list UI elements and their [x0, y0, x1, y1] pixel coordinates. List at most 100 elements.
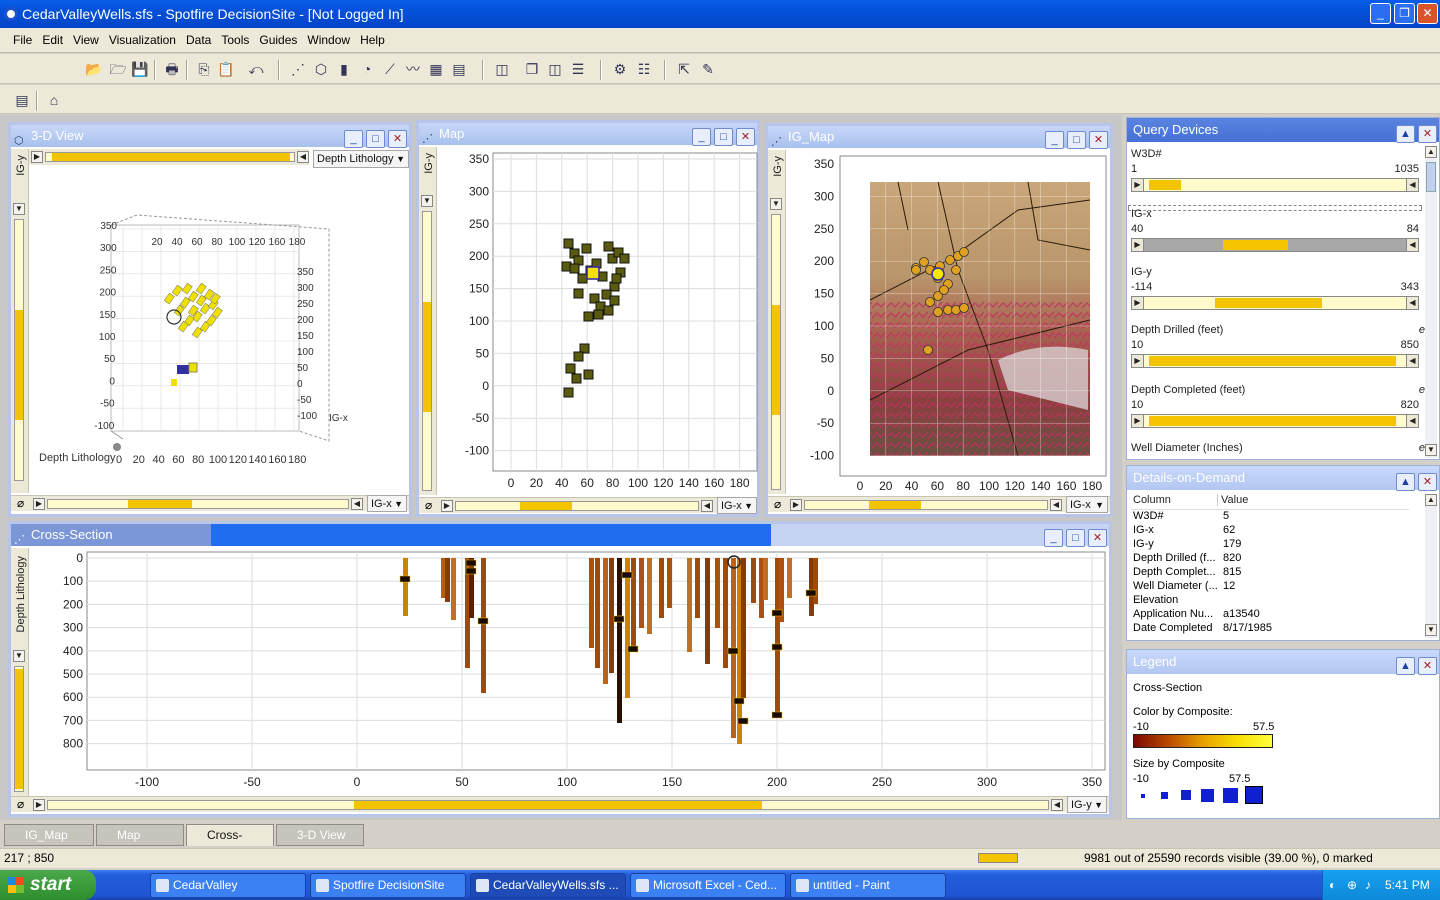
tile-horizontal-icon[interactable]: ☰	[568, 59, 588, 79]
start-button[interactable]: start	[0, 870, 96, 900]
undo-icon[interactable]: ⤺	[246, 59, 266, 79]
igmap-y-slider[interactable]	[771, 214, 781, 490]
panel-close-button[interactable]: ✕	[388, 130, 407, 148]
map-x-slider[interactable]	[455, 501, 699, 511]
heatmap-icon[interactable]: ▦	[426, 59, 446, 79]
map-x-axis-dropdown[interactable]: IG-x ▼	[717, 497, 757, 514]
3d-y-slider[interactable]	[14, 219, 24, 481]
panel-minimize-button[interactable]: _	[1045, 131, 1064, 149]
3d-tick-left: -50	[100, 399, 115, 410]
panel-minimize-button[interactable]: _	[692, 128, 711, 146]
taskbar-item[interactable]: untitled - Paint	[790, 873, 946, 898]
menu-view[interactable]: View	[68, 28, 104, 53]
3d-x-slider[interactable]	[47, 499, 349, 509]
menu-help[interactable]: Help	[355, 28, 390, 53]
cross-x-slider[interactable]	[47, 800, 1049, 810]
line-chart-icon[interactable]: ⟋	[380, 59, 400, 79]
paste-icon[interactable]: 📋	[216, 59, 236, 79]
panel-minimize-button[interactable]: _	[1044, 529, 1063, 547]
volume-icon[interactable]: ♪	[1365, 870, 1371, 900]
pie-chart-icon[interactable]: ◔	[357, 59, 377, 79]
panel-maximize-button[interactable]: □	[714, 128, 733, 146]
copy-icon[interactable]: ⎘	[194, 59, 214, 79]
profile-chart-icon[interactable]: 〰	[403, 59, 423, 79]
menu-window[interactable]: Window	[302, 28, 355, 53]
taskbar-item[interactable]: Spotfire DecisionSite	[310, 873, 466, 898]
3d-plot-icon[interactable]: ⬡	[311, 59, 331, 79]
panel-close-button[interactable]: ✕	[736, 128, 755, 146]
annotate-icon[interactable]: ✎	[698, 59, 718, 79]
menu-file[interactable]: File	[8, 28, 37, 53]
panel-maximize-button[interactable]: □	[1067, 131, 1086, 149]
menu-visualization[interactable]: Visualization	[104, 28, 181, 53]
cross-x-axis-dropdown[interactable]: IG-y ▼	[1067, 796, 1107, 813]
3d-top-slider[interactable]: ▶ ◀	[29, 149, 309, 165]
panel-maximize-button[interactable]: □	[1066, 529, 1085, 547]
igmap-x-slider[interactable]	[804, 500, 1048, 510]
details-scrollbar[interactable]: ▲ ▼	[1425, 494, 1437, 638]
menu-tools[interactable]: Tools	[216, 28, 254, 53]
minimize-button[interactable]: _	[1370, 3, 1391, 24]
export-icon[interactable]: ⇱	[674, 59, 694, 79]
taskbar-item[interactable]: Microsoft Excel - Ced...	[630, 873, 786, 898]
menu-guides[interactable]: Guides	[254, 28, 302, 53]
cascade-icon[interactable]: ❐	[522, 59, 542, 79]
igmap-x-axis-dropdown[interactable]: IG-x ▼	[1066, 496, 1108, 513]
map-scatter-plot[interactable]: 350 300 250 200 150 100 50 0 -50 -100 0 20 40 60 80 10…	[439, 149, 759, 495]
igmap-x-slider-bar: ⌀ ▶ ◀ IG-x ▼	[768, 496, 1110, 513]
close-icon[interactable]: ✕	[1418, 657, 1437, 675]
close-icon[interactable]: ✕	[1418, 473, 1437, 491]
collapse-icon[interactable]: ▲	[1396, 125, 1415, 143]
tab-ig-map[interactable]: IG_Map	[4, 824, 94, 846]
igmap-scatter-plot[interactable]: 350 300 250 200 150 100 50 0 -50 -100 0 20 40 60 80 10…	[788, 150, 1112, 496]
close-icon[interactable]: ✕	[1418, 125, 1437, 143]
collapse-icon[interactable]: ▲	[1396, 657, 1415, 675]
panel-close-button[interactable]: ✕	[1089, 131, 1108, 149]
3d-tick-top: 60	[191, 237, 203, 248]
collapse-icon[interactable]: ▲	[1396, 473, 1415, 491]
range-slider: ▶ ◀	[1131, 238, 1419, 252]
well-column	[687, 558, 692, 652]
bar-chart-icon[interactable]: ▮	[334, 59, 354, 79]
well-column	[705, 558, 710, 664]
properties-icon[interactable]: ⚙	[610, 59, 630, 79]
layout-icon[interactable]: ◫	[492, 59, 512, 79]
map-y-slider[interactable]	[422, 211, 432, 491]
list-icon[interactable]: ☷	[634, 59, 654, 79]
panel-close-button[interactable]: ✕	[1088, 529, 1107, 547]
panel-maximize-button[interactable]: □	[366, 130, 385, 148]
print-icon[interactable]: 🖶	[162, 59, 182, 79]
panel-minimize-button[interactable]: _	[344, 130, 363, 148]
cross-y-slider[interactable]	[14, 666, 24, 792]
scroll-down-icon[interactable]: ▼	[13, 203, 25, 215]
depth-lithology-dropdown[interactable]: Depth Lithology ▼	[313, 150, 409, 168]
cross-section-plot[interactable]: 0 100 200 300 400 500 600 700 800 -100 -50 0 50 100 1…	[31, 548, 1109, 796]
3d-tick-left: 150	[99, 310, 116, 321]
taskbar-item[interactable]: CedarValley	[150, 873, 306, 898]
close-button[interactable]: ✕	[1417, 3, 1438, 24]
network-icon[interactable]: ◐	[1329, 870, 1336, 900]
3d-tick-right: -50	[297, 395, 312, 406]
open-data-icon[interactable]: 🗁	[108, 59, 128, 79]
globe-icon[interactable]: ⊕	[1347, 870, 1357, 900]
menu-data[interactable]: Data	[181, 28, 216, 53]
tab-3d-view[interactable]: 3-D View	[276, 824, 364, 846]
table-icon[interactable]: ▤	[449, 59, 469, 79]
3d-scatter-plot[interactable]: 350300250200150100500-50-100 35030025020…	[29, 171, 409, 493]
well-column	[631, 558, 636, 648]
save-icon[interactable]: 💾	[130, 59, 150, 79]
home-icon[interactable]: ⌂	[44, 90, 64, 110]
restore-button[interactable]: ❐	[1394, 3, 1415, 24]
open-icon[interactable]: 📂	[84, 59, 104, 79]
tile-vertical-icon[interactable]: ◫	[545, 59, 565, 79]
tab-cross-section[interactable]: Cross-Section	[186, 824, 274, 862]
menu-edit[interactable]: Edit	[37, 28, 68, 53]
tab-map[interactable]: Map	[96, 824, 184, 846]
scatter-plot-icon[interactable]: ⋰	[288, 59, 308, 79]
query-scrollbar[interactable]: ▲ ▼	[1425, 146, 1437, 458]
guide-icon[interactable]: ▤	[12, 90, 32, 110]
igmap-y-tick: 0	[827, 384, 834, 398]
3d-x-axis-dropdown[interactable]: IG-x ▼	[367, 495, 407, 512]
3d-tick-top: 180	[289, 237, 306, 248]
taskbar-item[interactable]: CedarValleyWells.sfs ...	[470, 873, 626, 898]
